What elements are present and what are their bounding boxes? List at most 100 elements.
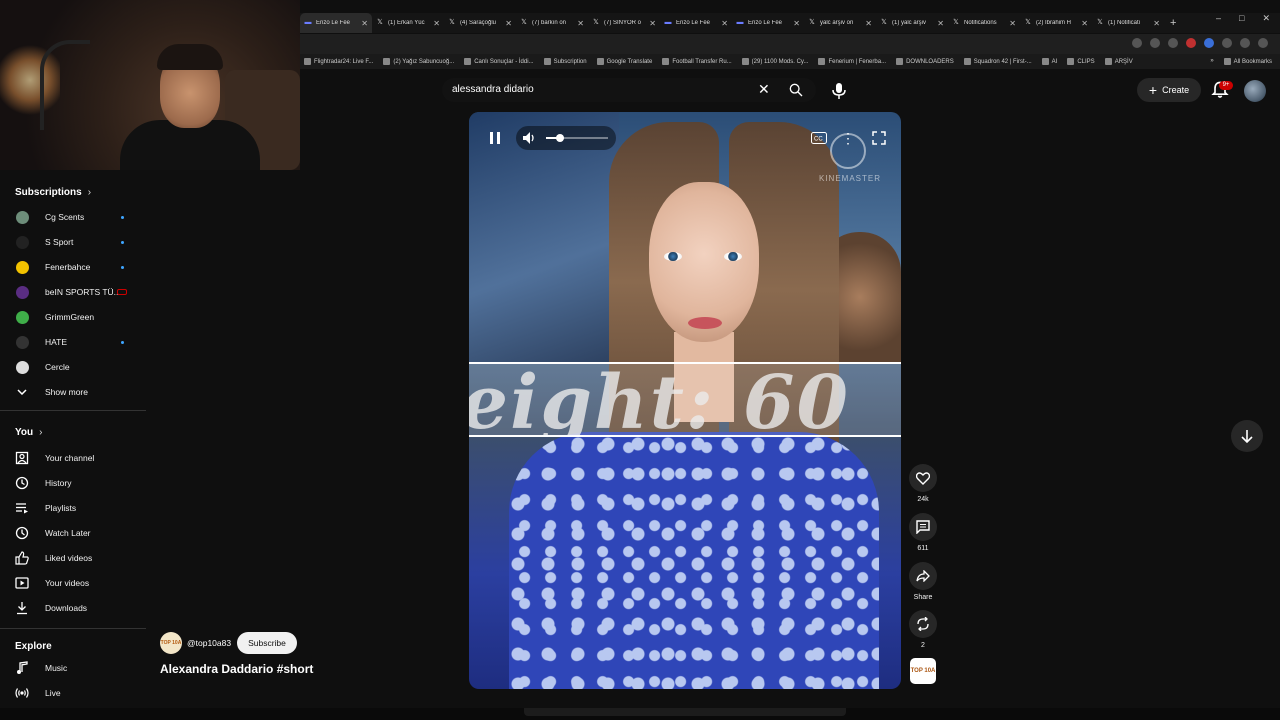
comments-button[interactable] [909, 513, 937, 541]
all-bookmarks[interactable]: All Bookmarks [1223, 58, 1272, 65]
extension-icon[interactable] [1204, 38, 1214, 48]
channel-avatar[interactable]: TOP 10A [160, 632, 182, 654]
browser-tab[interactable]: 𝕏 (1) yalc arşiv ✕ [876, 13, 948, 33]
subscription-item[interactable]: Cercle [0, 356, 146, 378]
bookmark-item[interactable]: Canlı Sonuçlar - İddi... [464, 58, 534, 65]
channel-handle[interactable]: @top10a83 [187, 638, 231, 648]
subscription-item[interactable]: Cg Scents [0, 206, 146, 228]
browser-tab[interactable]: 𝕏 (1) Erkan Yüc ✕ [372, 13, 444, 33]
menu-kebab-icon[interactable] [1258, 38, 1268, 48]
bookmark-item[interactable]: ARŞİV [1104, 58, 1133, 65]
subscription-item[interactable]: GrimmGreen [0, 306, 146, 328]
volume-slider[interactable] [546, 134, 608, 142]
browser-tab[interactable]: 𝕏 (1) Notificati ✕ [1092, 13, 1164, 33]
close-tab-icon[interactable]: ✕ [1081, 19, 1088, 28]
browser-tab[interactable]: ▬ Enzo Le Fée ✕ [732, 13, 804, 33]
maximize-button[interactable]: □ [1239, 13, 1244, 24]
bookmark-item[interactable]: Flightradar24: Live F... [304, 58, 373, 65]
share-button[interactable] [909, 562, 937, 590]
close-tab-icon[interactable]: ✕ [505, 19, 512, 28]
music-icon [15, 661, 29, 675]
close-tab-icon[interactable]: ✕ [937, 19, 944, 28]
sidebar-item[interactable]: Playlists [0, 497, 146, 519]
voice-search-button[interactable] [828, 80, 850, 102]
profile-icon[interactable] [1240, 38, 1250, 48]
search-icon[interactable] [788, 82, 804, 98]
search-query: alessandra didario [452, 84, 534, 95]
subscription-item[interactable]: beIN SPORTS TÜ... [0, 281, 146, 303]
volume-icon[interactable] [522, 131, 536, 145]
subscriptions-heading[interactable]: Subscriptions › [15, 187, 91, 198]
like-button[interactable] [909, 464, 937, 492]
more-options-icon[interactable]: ⋮ [840, 128, 856, 148]
close-window-button[interactable]: ✕ [1262, 13, 1270, 24]
bookmark-item[interactable]: Subscription [543, 58, 587, 65]
bookmark-item[interactable]: (2) Yağız Sabuncuoğ... [383, 58, 454, 65]
you-heading[interactable]: You › [15, 427, 43, 438]
browser-tab[interactable]: 𝕏 (2) İbrahim H ✕ [1020, 13, 1092, 33]
sidebar-item[interactable]: Music [0, 657, 146, 679]
bookmark-item[interactable]: CLIPS [1067, 58, 1095, 65]
next-short-button[interactable] [1231, 420, 1263, 452]
bookmark-item[interactable]: DOWNLOADERS [896, 58, 954, 65]
bookmark-star-icon[interactable] [1168, 38, 1178, 48]
close-tab-icon[interactable]: ✕ [577, 19, 584, 28]
browser-tab[interactable]: 𝕏 (4) Saraçoğlu ✕ [444, 13, 516, 33]
sidebar-item[interactable]: Watch Later [0, 522, 146, 544]
extension-icon[interactable] [1132, 38, 1142, 48]
browser-tab[interactable]: ▬ Enzo Le Fée ✕ [660, 13, 732, 33]
sidebar-item[interactable]: Your channel [0, 447, 146, 469]
close-tab-icon[interactable]: ✕ [793, 19, 800, 28]
browser-tab[interactable]: 𝕏 Notifications ✕ [948, 13, 1020, 33]
extensions-puzzle-icon[interactable] [1222, 38, 1232, 48]
captions-button[interactable]: CC [809, 128, 829, 148]
volume-control[interactable] [516, 126, 616, 150]
pause-button[interactable] [485, 128, 505, 148]
browser-tab[interactable]: 𝕏 (7) SİNYOR o ✕ [588, 13, 660, 33]
new-tab-button[interactable]: + [1170, 17, 1176, 29]
sidebar-item[interactable]: Liked videos [0, 547, 146, 569]
account-avatar[interactable] [1244, 80, 1266, 102]
bookmark-item[interactable]: Football Transfer Ru... [662, 58, 732, 65]
remix-button[interactable] [909, 610, 937, 638]
subscription-item[interactable]: Fenerbahce [0, 256, 146, 278]
sidebar-item[interactable]: History [0, 472, 146, 494]
zoom-icon[interactable] [1150, 38, 1160, 48]
sidebar-item[interactable]: Live [0, 682, 146, 704]
address-bar[interactable] [300, 34, 1280, 54]
subscription-item[interactable]: HATE [0, 331, 146, 353]
minimize-button[interactable]: – [1216, 13, 1221, 24]
bookmark-item[interactable]: (29) 1100 Mods. Cy... [741, 58, 808, 65]
sidebar-item[interactable]: Your videos [0, 572, 146, 594]
close-tab-icon[interactable]: ✕ [865, 19, 872, 28]
create-button[interactable]: + Create [1137, 78, 1201, 102]
close-tab-icon[interactable]: ✕ [1009, 19, 1016, 28]
channel-avatar-icon [15, 310, 29, 324]
subscription-item[interactable]: S Sport [0, 231, 146, 253]
extension-icon[interactable] [1186, 38, 1196, 48]
volume-knob[interactable] [555, 134, 564, 142]
close-tab-icon[interactable]: ✕ [1153, 19, 1160, 28]
bookmark-item[interactable]: Google Translate [596, 58, 652, 65]
close-tab-icon[interactable]: ✕ [649, 19, 656, 28]
bookmarks-overflow-icon[interactable]: » [1210, 58, 1213, 65]
short-video-player[interactable]: eight: 60 [469, 112, 901, 689]
fullscreen-button[interactable] [869, 128, 889, 148]
clear-search-icon[interactable]: ✕ [758, 81, 770, 98]
close-tab-icon[interactable]: ✕ [433, 19, 440, 28]
x-icon: 𝕏 [377, 19, 383, 26]
bookmark-item[interactable]: Squadron 42 | First-... [963, 58, 1032, 65]
search-input[interactable]: alessandra didario ✕ [442, 78, 816, 102]
close-tab-icon[interactable]: ✕ [721, 19, 728, 28]
short-title[interactable]: Alexandra Daddario #short [160, 662, 313, 676]
sound-thumbnail[interactable]: TOP 10A [910, 658, 936, 684]
browser-tab[interactable]: ▬ Enzo Le Fée ✕ [300, 13, 372, 33]
browser-tab[interactable]: 𝕏yalc arşiv on ✕ [804, 13, 876, 33]
subscribe-button[interactable]: Subscribe [237, 632, 297, 654]
bookmark-item[interactable]: Fenerium | Fenerba... [818, 58, 886, 65]
show-more-button[interactable]: Show more [0, 381, 146, 403]
sidebar-item[interactable]: Downloads [0, 597, 146, 619]
browser-tab[interactable]: 𝕏 (7) barkın on ✕ [516, 13, 588, 33]
bookmark-item[interactable]: AI [1041, 58, 1057, 65]
close-tab-icon[interactable]: ✕ [361, 19, 368, 28]
